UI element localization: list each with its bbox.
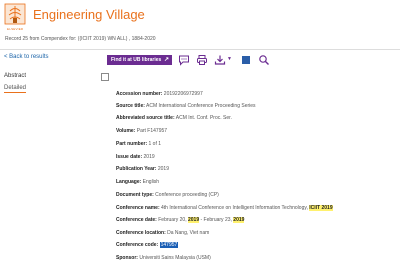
part-number: Part number: 1 of 1	[116, 141, 162, 147]
conference-name: Conference name: 4th International Confe…	[116, 205, 333, 211]
issue-date: Issue date: 2019	[116, 154, 155, 160]
conference-code-link[interactable]: 147957	[159, 242, 179, 248]
conference-location: Conference location: Da Nang, Viet nam	[116, 230, 210, 236]
publication-year: Publication Year: 2019	[116, 166, 169, 172]
download-icon[interactable]	[214, 53, 226, 65]
abstract-tab[interactable]: Abstract	[4, 73, 26, 79]
find-it-label: Find it at UB libraries	[111, 57, 162, 63]
volume: Volume: Part F147957	[116, 128, 168, 134]
top-bar: ELSEVIER Engineering Village	[0, 0, 400, 31]
conference-date: Conference date: February 20, 2019 - Feb…	[116, 217, 245, 223]
chat-icon[interactable]	[178, 53, 190, 66]
back-to-results-link[interactable]: < Back to results	[4, 54, 49, 60]
select-record-checkbox[interactable]	[101, 73, 109, 81]
find-it-button[interactable]: Find it at UB libraries ↗	[107, 55, 172, 65]
record-info: Record 25 from Compendex for: ((ICIIT 20…	[5, 36, 156, 42]
document-type: Document type: Conference proceeding (CP…	[116, 192, 219, 198]
search-term-highlight: 2019	[233, 217, 245, 223]
search-term-highlight: ICIIT 2019	[309, 205, 333, 211]
sponsor: Sponsor: Universiti Sains Malaysia (USM)	[116, 255, 211, 261]
source-title: Source title: ACM International Conferen…	[116, 103, 256, 109]
app-title[interactable]: Engineering Village	[33, 7, 145, 22]
chevron-down-icon[interactable]: ▼	[227, 56, 232, 62]
save-icon[interactable]	[240, 53, 252, 65]
abbreviated-source-title: Abbreviated source title: ACM Int. Conf.…	[116, 115, 232, 121]
detailed-tab[interactable]: Detailed	[4, 85, 27, 93]
search-term-highlight: 2019	[187, 217, 200, 223]
accession-number: Accession number: 20192206972997	[116, 91, 203, 97]
conference-code: Conference code: 147957	[116, 242, 179, 248]
logo-text: ELSEVIER	[7, 27, 24, 31]
print-icon[interactable]	[196, 53, 208, 65]
external-link-icon: ↗	[163, 57, 169, 63]
divider	[0, 49, 400, 50]
search-icon[interactable]	[258, 53, 270, 65]
language: Language: English	[116, 179, 160, 185]
elsevier-logo[interactable]: ELSEVIER	[4, 3, 26, 31]
